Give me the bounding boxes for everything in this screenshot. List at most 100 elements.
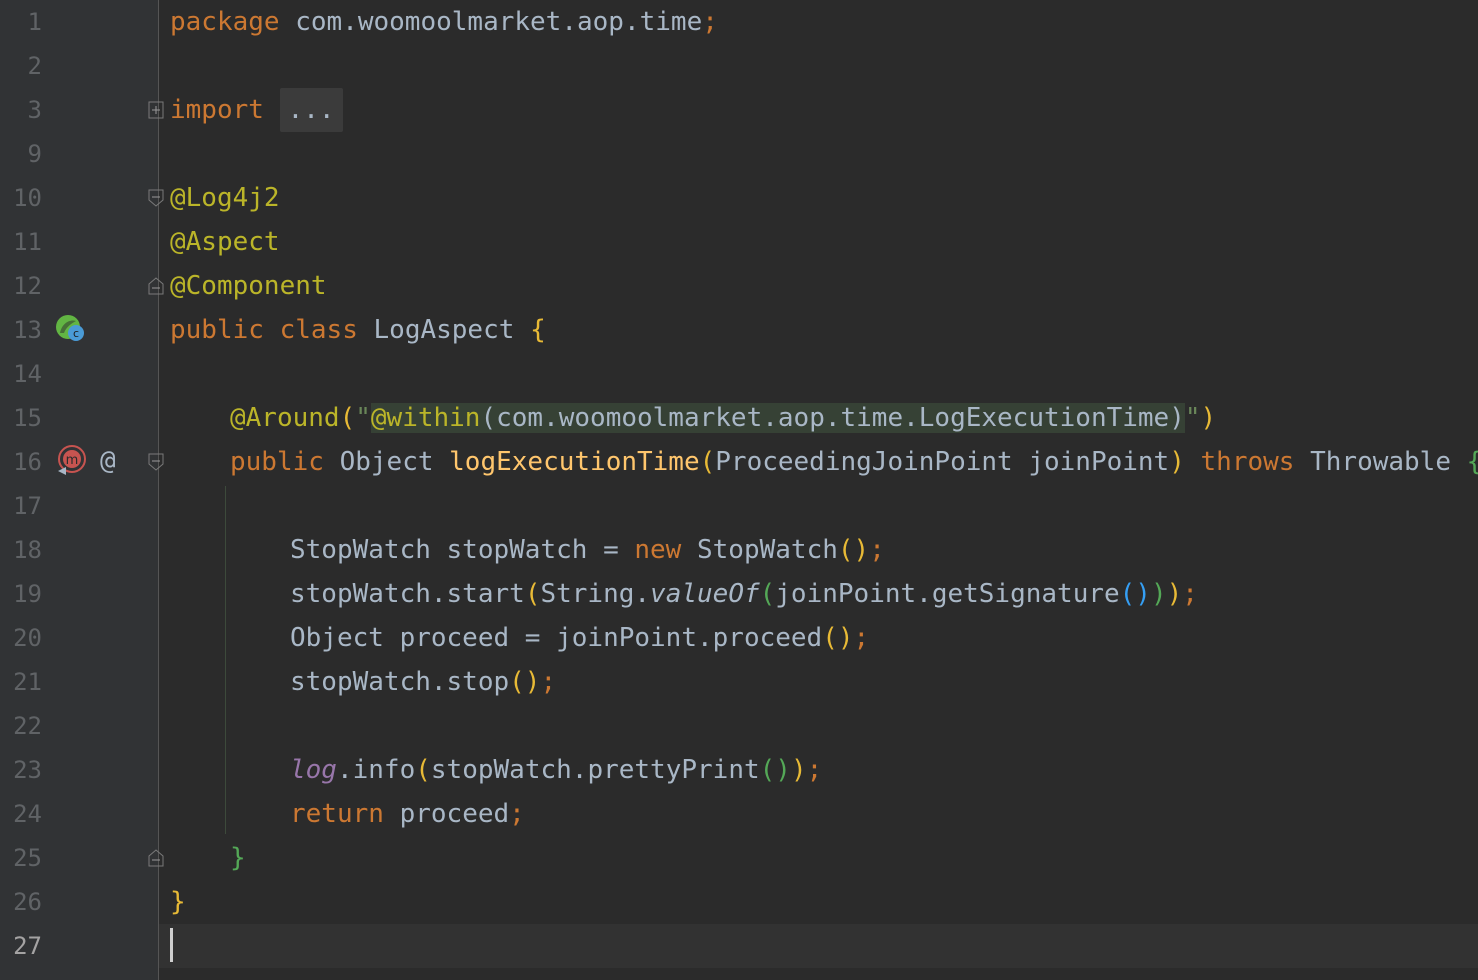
current-line-highlight [0, 924, 1478, 968]
keyword: package [170, 7, 280, 37]
svg-text:m: m [66, 453, 79, 468]
line-number: 1 [27, 8, 42, 36]
constructor: StopWatch [681, 535, 838, 565]
code-line-18[interactable]: StopWatch stopWatch = new StopWatch(); [290, 528, 885, 572]
annotation-marker-icon[interactable]: @ [100, 444, 116, 478]
code-line-10[interactable]: @Log4j2 [170, 176, 280, 220]
annotation: @Around [230, 403, 340, 433]
paren: ) [790, 755, 807, 785]
paren: ( [759, 579, 776, 609]
string-quote: " [1184, 403, 1201, 433]
statement: StopWatch stopWatch = [290, 535, 635, 565]
fold-end-icon[interactable] [148, 849, 164, 867]
fold-end-icon[interactable] [148, 277, 164, 295]
paren: () [822, 623, 854, 653]
line-number: 21 [13, 668, 42, 696]
keyword: public [170, 315, 264, 345]
annotation: @Log4j2 [170, 183, 280, 213]
semicolon: ; [1182, 579, 1198, 609]
code-editor[interactable]: 1 2 3 9 10 11 12 13 14 15 16 17 18 19 20… [0, 0, 1478, 980]
method-advice-icon[interactable]: m [54, 445, 90, 484]
code-line-13[interactable]: public class LogAspect { [170, 308, 546, 352]
line-number: 15 [13, 404, 42, 432]
code-line-3[interactable]: import ... [170, 88, 343, 132]
semicolon: ; [869, 535, 885, 565]
parameter: ProceedingJoinPoint joinPoint [715, 447, 1170, 477]
string-quote: " [355, 403, 371, 433]
brace: { [1467, 447, 1478, 477]
line-number: 16 [13, 448, 42, 476]
static-field: log [290, 755, 337, 785]
code-line-19[interactable]: stopWatch.start(String.valueOf(joinPoint… [290, 572, 1198, 616]
paren: () [1119, 579, 1151, 609]
code-line-15[interactable]: @Around("@within(com.woomoolmarket.aop.t… [230, 396, 1216, 440]
fold-expand-icon[interactable] [148, 101, 164, 119]
fold-collapse-icon[interactable] [148, 189, 164, 207]
exception-type: Throwable [1310, 447, 1451, 477]
code-line-26[interactable]: } [170, 880, 186, 924]
class-ref: String. [540, 579, 651, 609]
code-line-20[interactable]: Object proceed = joinPoint.proceed(); [290, 616, 869, 660]
line-number: 23 [13, 756, 42, 784]
line-number: 17 [13, 492, 42, 520]
keyword: class [279, 315, 358, 345]
paren: ) [1150, 579, 1167, 609]
call: stopWatch.prettyPrint [430, 755, 760, 785]
method-name: logExecutionTime [449, 447, 700, 477]
paren: ( [339, 403, 356, 433]
code-line-1[interactable]: package com.woomoolmarket.aop.time; [170, 0, 718, 44]
annotation: @Component [170, 271, 327, 301]
keyword: return [290, 799, 384, 829]
line-number: 12 [13, 272, 42, 300]
line-number: 20 [13, 624, 42, 652]
line-number: 14 [13, 360, 42, 388]
indent-guide [225, 486, 226, 834]
svg-text:c: c [73, 327, 79, 340]
keyword: throws [1200, 447, 1295, 477]
line-number: 11 [13, 228, 42, 256]
paren: ) [1169, 447, 1185, 477]
line-number: 2 [27, 52, 42, 80]
line-number: 18 [13, 536, 42, 564]
paren: () [759, 755, 791, 785]
line-number: 26 [13, 888, 42, 916]
gutter[interactable]: 1 2 3 9 10 11 12 13 14 15 16 17 18 19 20… [0, 0, 164, 980]
line-number: 19 [13, 580, 42, 608]
code-line-25[interactable]: } [230, 836, 246, 880]
semicolon: ; [853, 623, 870, 653]
line-number: 10 [13, 184, 42, 212]
paren: () [837, 535, 870, 565]
spring-bean-icon[interactable]: c [54, 313, 88, 352]
folded-imports[interactable]: ... [279, 88, 343, 132]
type: Object [339, 447, 434, 477]
brace: { [530, 315, 546, 345]
annotation: @Aspect [170, 227, 280, 257]
code-line-11[interactable]: @Aspect [170, 220, 280, 264]
pointcut-expression: (com.woomoolmarket.aop.time.LogExecution… [480, 403, 1185, 433]
call: .info [336, 755, 416, 785]
paren: ) [1200, 403, 1217, 433]
line-number: 13 [13, 316, 42, 344]
static-method: valueOf [650, 579, 760, 609]
brace: } [170, 887, 186, 917]
semicolon: ; [509, 799, 525, 829]
line-number: 24 [13, 800, 42, 828]
code-line-24[interactable]: return proceed; [290, 792, 525, 836]
paren: () [509, 667, 541, 697]
statement: Object proceed = joinPoint.proceed [290, 623, 823, 653]
keyword: import [170, 95, 264, 125]
keyword: new [634, 535, 682, 565]
code-line-21[interactable]: stopWatch.stop(); [290, 660, 556, 704]
class-name: LogAspect [373, 315, 515, 345]
code-line-12[interactable]: @Component [170, 264, 327, 308]
line-number: 22 [13, 712, 42, 740]
line-number: 9 [27, 140, 42, 168]
fold-collapse-icon[interactable] [148, 453, 164, 471]
paren: ) [1166, 579, 1183, 609]
code-line-23[interactable]: log.info(stopWatch.prettyPrint()); [290, 748, 822, 792]
semicolon: ; [702, 7, 718, 37]
brace: } [230, 843, 246, 873]
statement: stopWatch.stop [290, 667, 510, 697]
code-line-16[interactable]: public Object logExecutionTime(Proceedin… [230, 440, 1478, 484]
variable: proceed [383, 799, 510, 829]
